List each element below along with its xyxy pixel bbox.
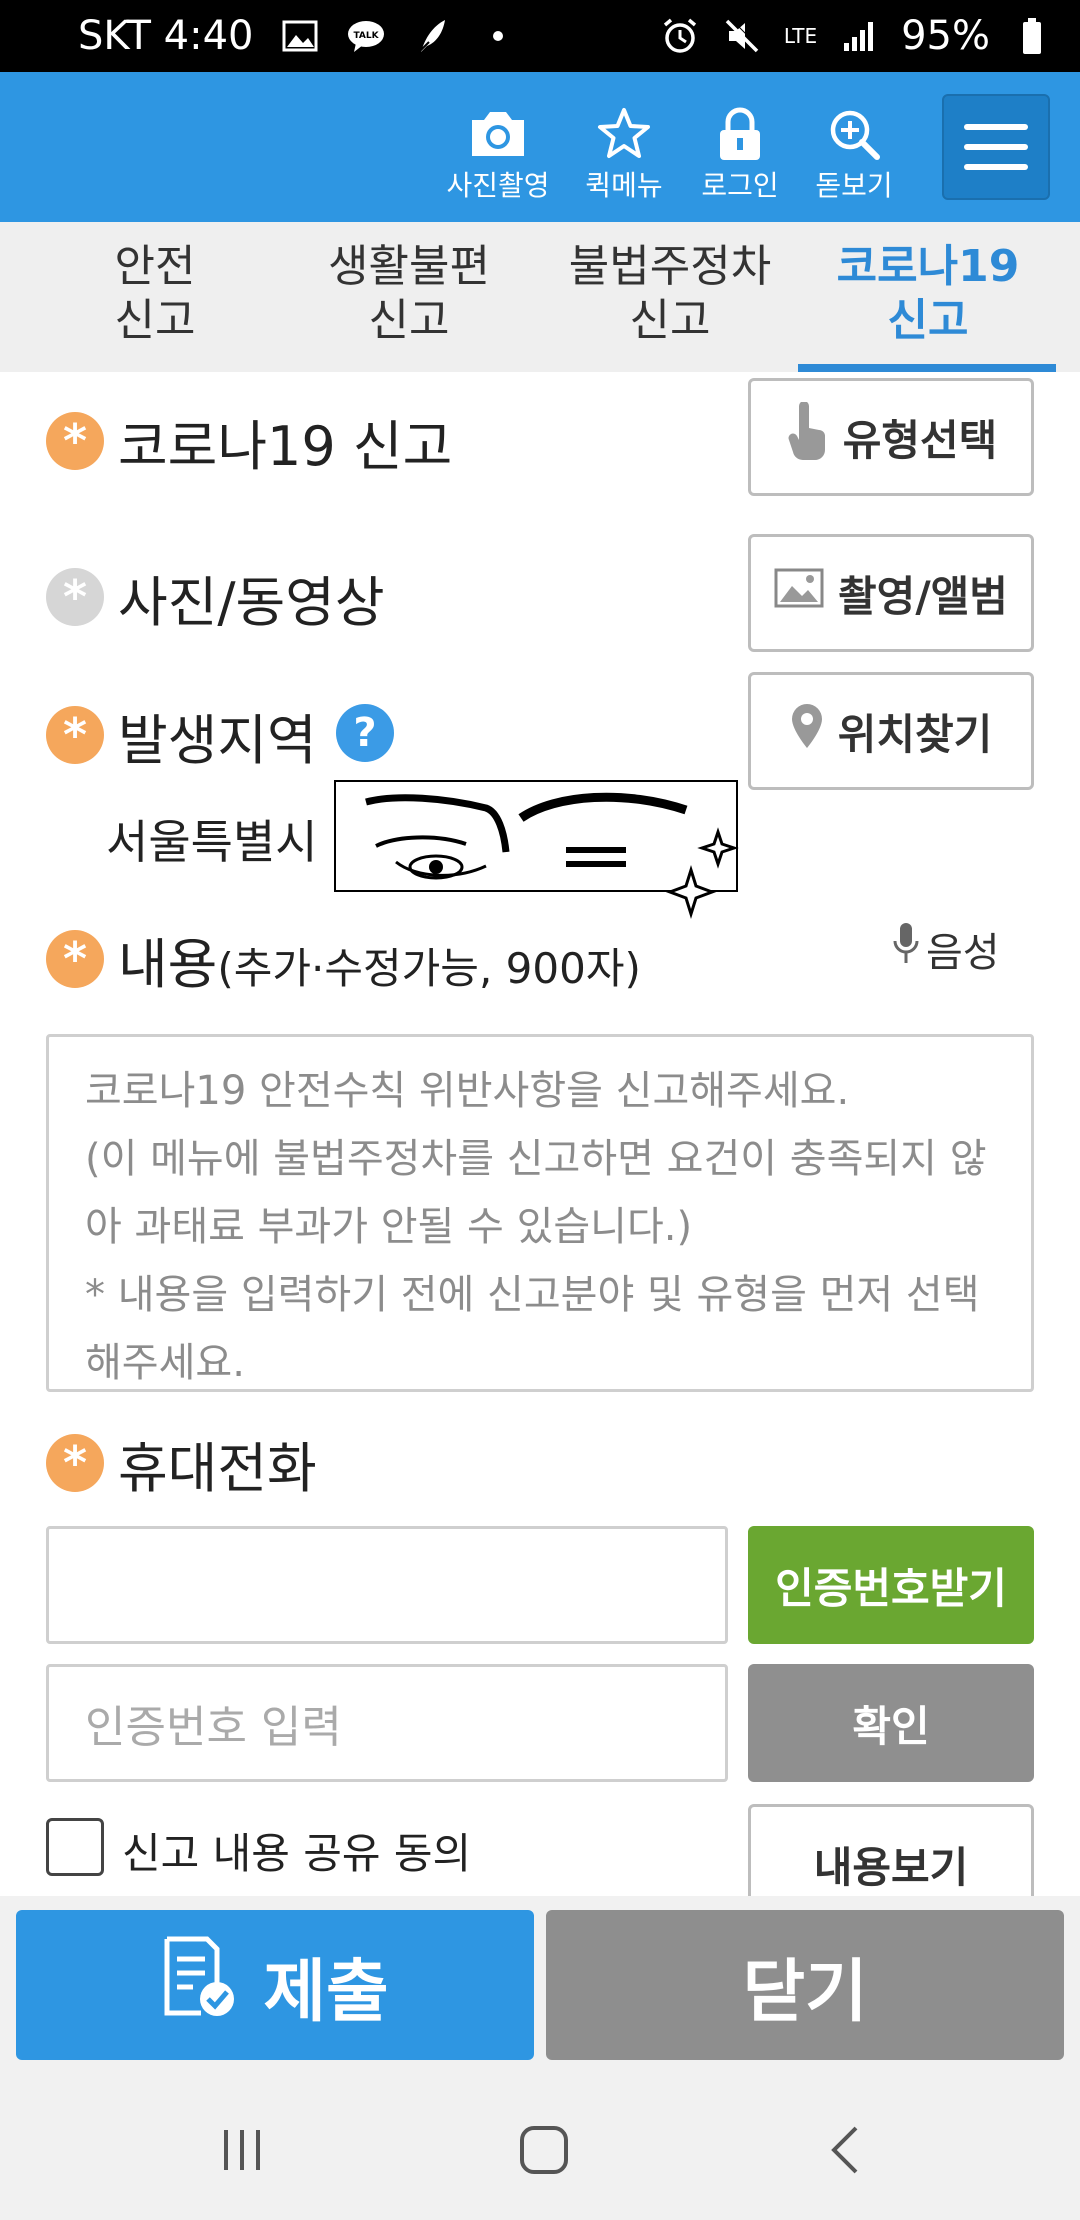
location-value: 서울특별시: [106, 815, 318, 869]
tab-safety[interactable]: 안전 신고: [60, 240, 250, 348]
status-right: LTE 95%: [660, 13, 1052, 59]
talk-icon: TALK: [346, 16, 386, 56]
required-star-icon: *: [46, 930, 104, 988]
login-label: 로그인: [701, 169, 779, 202]
status-left: SKT 4:40 TALK: [78, 13, 660, 59]
tab-living[interactable]: 생활불편 신고: [304, 240, 514, 348]
find-location-label: 위치찾기: [837, 709, 993, 759]
document-check-icon: [161, 1935, 237, 2036]
system-navigation-bar: [0, 2080, 1080, 2220]
share-agree-checkbox[interactable]: [46, 1818, 104, 1876]
required-star-icon: *: [46, 706, 104, 764]
battery-percent: 95%: [901, 13, 990, 59]
svg-text:TALK: TALK: [353, 31, 379, 41]
location-pin-icon: [790, 702, 824, 760]
content-sublabel: (추가·수정가능, 900자): [217, 944, 641, 993]
quickmenu-label: 퀵메뉴: [585, 169, 663, 202]
type-select-button[interactable]: 유형선택: [748, 378, 1034, 496]
magnifier-button[interactable]: 돋보기: [794, 104, 914, 204]
back-icon[interactable]: [796, 2120, 896, 2180]
signal-icon: [839, 16, 879, 56]
battery-icon: [1012, 16, 1052, 56]
location-label: 발생지역: [118, 709, 317, 772]
content-label: 내용: [118, 933, 218, 996]
voice-input-button[interactable]: 음성: [892, 920, 1000, 978]
hamburger-menu-button[interactable]: [942, 94, 1050, 200]
home-icon[interactable]: [494, 2120, 594, 2180]
lock-icon: [680, 104, 800, 164]
image-icon: [280, 16, 320, 56]
share-agree-label: 신고 내용 공유 동의: [122, 1829, 472, 1878]
tab-covid19[interactable]: 코로나19 신고: [808, 240, 1048, 348]
covid-report-label: 코로나19 신고: [118, 415, 453, 478]
category-tabs: 안전 신고 생활불편 신고 불법주정차 신고 코로나19 신고: [0, 222, 1080, 372]
required-star-icon: *: [46, 412, 104, 470]
alarm-icon: [660, 16, 700, 56]
required-star-icon: *: [46, 1434, 104, 1492]
verification-code-input[interactable]: 인증번호 입력: [46, 1664, 728, 1782]
quickmenu-button[interactable]: 퀵메뉴: [564, 104, 684, 204]
hand-pointer-icon: [785, 401, 829, 472]
app-header: 사진촬영 퀵메뉴 로그인 돋보기: [0, 72, 1080, 222]
phone-input[interactable]: [46, 1526, 728, 1644]
media-label: 사진/동영상: [118, 571, 385, 634]
dot-icon: [478, 16, 518, 56]
picture-icon: [774, 568, 824, 618]
camera-album-button[interactable]: 촬영/앨범: [748, 534, 1034, 652]
close-button[interactable]: 닫기: [546, 1910, 1064, 2060]
camera-icon: [438, 104, 558, 164]
carrier-time: SKT 4:40: [78, 13, 254, 59]
quill-icon: [412, 16, 452, 56]
status-bar: SKT 4:40 TALK LTE 95%: [0, 0, 1080, 72]
content-textarea[interactable]: 코로나19 안전수칙 위반사항을 신고해주세요. (이 메뉴에 불법주정차를 신…: [46, 1034, 1034, 1392]
network-type: LTE: [783, 24, 818, 48]
phone-label: 휴대전화: [118, 1437, 317, 1500]
magnifier-label: 돋보기: [815, 169, 893, 202]
active-tab-indicator: [798, 364, 1056, 372]
tab-parking[interactable]: 불법주정차 신고: [550, 240, 790, 348]
submit-button[interactable]: 제출: [16, 1910, 534, 2060]
camera-album-label: 촬영/앨범: [838, 571, 1008, 621]
redacted-address-image: [334, 780, 739, 920]
content-label-group: 내용(추가·수정가능, 900자): [118, 920, 641, 999]
hamburger-icon: [964, 124, 1028, 130]
help-icon[interactable]: ?: [336, 704, 394, 762]
microphone-icon: [892, 921, 920, 977]
star-icon: [564, 104, 684, 164]
camera-button[interactable]: 사진촬영: [438, 104, 558, 204]
camera-label: 사진촬영: [446, 169, 550, 202]
mute-icon: [722, 16, 762, 56]
bottom-action-bar: 제출 닫기: [0, 1896, 1080, 2080]
magnifier-plus-icon: [794, 104, 914, 164]
optional-star-icon: *: [46, 568, 104, 626]
recent-apps-icon[interactable]: [192, 2120, 292, 2180]
submit-label: 제출: [263, 1952, 389, 2032]
type-select-label: 유형선택: [842, 415, 998, 465]
request-code-button[interactable]: 인증번호받기: [748, 1526, 1034, 1644]
confirm-code-button[interactable]: 확인: [748, 1664, 1034, 1782]
login-button[interactable]: 로그인: [680, 104, 800, 204]
voice-label: 음성: [926, 930, 1000, 976]
find-location-button[interactable]: 위치찾기: [748, 672, 1034, 790]
